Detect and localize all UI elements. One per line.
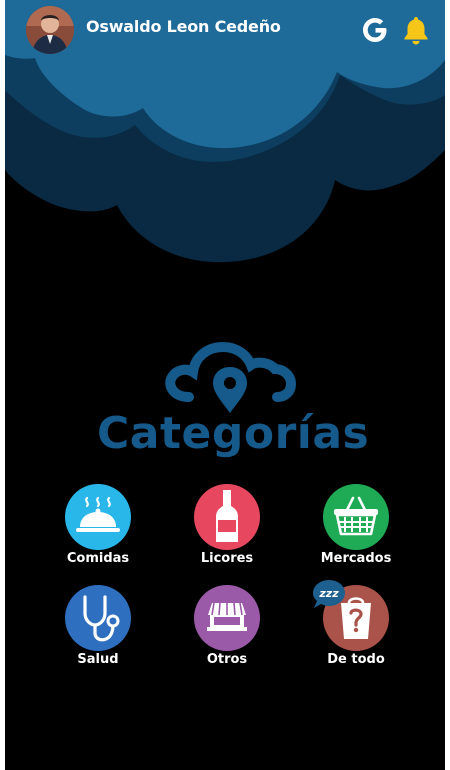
category-label: Mercados: [320, 551, 392, 566]
category-otros[interactable]: Otros: [172, 585, 282, 677]
category-label: Licores: [200, 551, 254, 566]
logo-title: Categorías: [97, 408, 370, 459]
categories-logo: Categorías: [97, 335, 370, 465]
category-label: De todo: [327, 652, 385, 667]
category-comidas[interactable]: Comidas: [43, 484, 153, 576]
category-label: Comidas: [66, 551, 130, 566]
badge-text: zzz: [318, 587, 339, 600]
app-screen: Oswaldo Leon Cedeño Categorías Comidas L…: [5, 0, 445, 770]
sleep-badge: zzz: [312, 579, 346, 609]
bottle-icon: [194, 484, 260, 550]
category-licores[interactable]: Licores: [172, 484, 282, 576]
bell-icon[interactable]: [403, 15, 429, 45]
category-label: Otros: [206, 652, 248, 667]
category-mercados[interactable]: Mercados: [301, 484, 411, 576]
food-cloche-icon: [65, 484, 131, 550]
cloud-location-pin-icon: [165, 341, 297, 413]
basket-icon: [323, 484, 389, 550]
google-icon[interactable]: [361, 16, 389, 44]
user-photo-icon: [26, 6, 74, 54]
user-name: Oswaldo Leon Cedeño: [86, 17, 281, 36]
store-icon: [194, 585, 260, 651]
top-bar: Oswaldo Leon Cedeño: [5, 0, 445, 58]
avatar[interactable]: [26, 6, 74, 54]
category-label: Salud: [77, 652, 119, 667]
category-salud[interactable]: Salud: [43, 585, 153, 677]
stethoscope-icon: [65, 585, 131, 651]
